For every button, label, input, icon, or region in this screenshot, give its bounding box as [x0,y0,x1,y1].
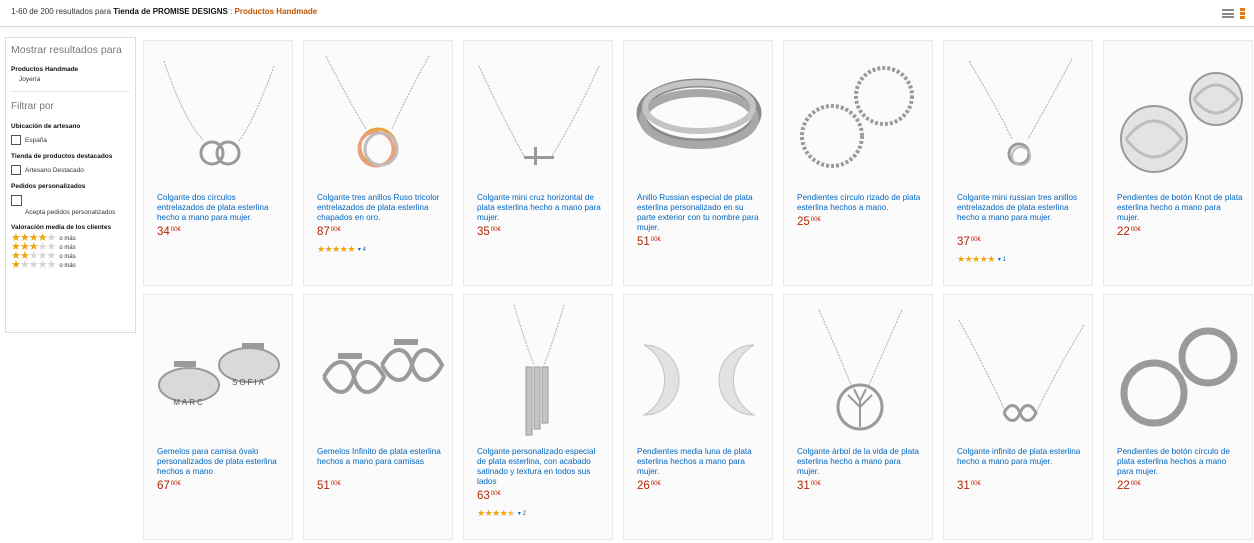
filter-group-title: Ubicación de artesano [11,123,81,130]
product-title-link[interactable]: Colgante mini russian tres anillos entre… [957,193,1083,223]
product-price: 6300€ [477,490,501,502]
product-title-link[interactable]: Colgante árbol de la vida de plata ester… [797,447,923,477]
filter-heading: Filtrar por [11,101,54,112]
product-price: 5100€ [637,236,661,248]
product-title-link[interactable]: Colgante mini cruz horizontal de plata e… [477,193,603,223]
product-card[interactable]: Colgante infinito de plata esterlina hec… [943,294,1093,540]
product-price: 5100€ [317,480,341,492]
product-image[interactable] [944,295,1092,437]
product-rating[interactable]: ★★★★★ ▾ 2 [477,508,526,519]
product-price: 3500€ [477,226,501,238]
product-title-link[interactable]: Anillo Russian especial de plata esterli… [637,193,763,233]
product-price: 3700€ [957,236,981,248]
product-card[interactable]: Pendientes de botón círculo de plata est… [1103,294,1253,540]
star-rating-icon[interactable]: ★★★★★ [477,508,515,518]
filter-group-title: Pedidos personalizados [11,183,86,190]
product-card[interactable]: Pendientes de botón Knot de plata esterl… [1103,40,1253,286]
review-count[interactable]: ▾ 2 [518,511,526,517]
product-price: 2200€ [1117,480,1141,492]
product-card[interactable]: Colgante dos círculos entrelazados de pl… [143,40,293,286]
filter-option-espana[interactable]: España [11,135,130,145]
show-results-heading: Mostrar resultados para [11,44,122,56]
checkbox[interactable] [11,165,21,175]
review-count[interactable]: ▾ 4 [358,247,366,253]
results-bar: 1-60 de 200 resultados para Tienda de PR… [0,0,1254,27]
filter-option-custom-orders[interactable]: Acepta pedidos personalizados [11,195,130,216]
product-price: 8700€ [317,226,341,238]
engraving-text: SOFIA [232,378,266,387]
checkbox[interactable] [11,135,21,145]
product-title-link[interactable]: Colgante infinito de plata esterlina hec… [957,447,1083,467]
product-price: 2600€ [637,480,661,492]
product-title-link[interactable]: Gemelos Infinito de plata esterlina hech… [317,447,443,467]
product-title-link[interactable]: Pendientes círculo rizado de plata ester… [797,193,923,213]
star-rating-icon[interactable]: ★★★★★ [957,254,995,264]
product-image[interactable] [464,295,612,437]
product-image[interactable] [784,295,932,437]
divider [11,91,130,92]
product-title-link[interactable]: Pendientes de botón Knot de plata esterl… [1117,193,1243,223]
product-price: 6700€ [157,480,181,492]
engraving-text: MARC [173,398,205,407]
product-card[interactable]: MARC SOFIA Gemelos para camisa óvalo perso… [143,294,293,540]
results-summary: 1-60 de 200 resultados para Tienda de PR… [11,7,318,16]
product-title-link[interactable]: Pendientes media luna de plata esterlina… [637,447,763,477]
product-image[interactable]: MARC SOFIA [144,295,292,437]
product-price: 2200€ [1117,226,1141,238]
product-image[interactable] [304,295,452,437]
product-image[interactable] [304,41,452,183]
product-image[interactable] [944,41,1092,183]
product-price: 3100€ [797,480,821,492]
filter-group-featured: Tienda de productos destacados Artesano … [11,153,130,175]
product-title-link[interactable]: Colgante tres anillos Ruso tricolor entr… [317,193,443,223]
rating-filter-1-stars[interactable]: ★★★★★ o más [11,260,130,271]
refinement-sidebar: Mostrar resultados para Productos Handma… [5,37,136,333]
product-card[interactable]: Colgante árbol de la vida de plata ester… [783,294,933,540]
checkbox[interactable] [11,195,22,206]
product-card[interactable]: Colgante tres anillos Ruso tricolor entr… [303,40,453,286]
product-title-link[interactable]: Colgante personalizado especial de plata… [477,447,603,487]
star-icon[interactable]: ★★★★★ [11,260,56,271]
product-image[interactable] [464,41,612,183]
store-name: Tienda de PROMISE DESIGNS [113,7,228,16]
subdepartment-link[interactable]: Joyería [19,76,130,83]
product-card[interactable]: Colgante mini cruz horizontal de plata e… [463,40,613,286]
product-image[interactable] [624,295,772,437]
product-title-link[interactable]: Gemelos para camisa óvalo personalizados… [157,447,283,477]
product-price: 2500€ [797,216,821,228]
filter-group-title: Valoración media de los clientes [11,224,112,231]
star-rating-icon[interactable]: ★★★★★ [317,244,355,254]
filter-group-rating: Valoración media de los clientes ★★★★★ o … [11,224,130,271]
product-card[interactable]: Pendientes círculo rizado de plata ester… [783,40,933,286]
product-image[interactable] [784,41,932,183]
filter-option-featured-artisan[interactable]: Artesano Destacado [11,165,130,175]
product-card[interactable]: Colgante mini russian tres anillos entre… [943,40,1093,286]
review-count[interactable]: ▾ 1 [998,257,1006,263]
grid-view-icon[interactable] [1240,8,1246,19]
product-card[interactable]: Pendientes media luna de plata esterlina… [623,294,773,540]
product-card[interactable]: Colgante personalizado especial de plata… [463,294,613,540]
department-link[interactable]: Productos Handmade [11,66,130,73]
product-price: 3400€ [157,226,181,238]
list-view-icon[interactable] [1222,9,1234,18]
product-rating[interactable]: ★★★★★ ▾ 1 [957,254,1006,265]
filter-group-custom-orders: Pedidos personalizados Acepta pedidos pe… [11,183,130,216]
filter-group-title: Tienda de productos destacados [11,153,113,160]
product-title-link[interactable]: Pendientes de botón círculo de plata est… [1117,447,1243,477]
product-image[interactable] [144,41,292,183]
product-image[interactable] [624,41,772,183]
product-card[interactable]: Anillo Russian especial de plata esterli… [623,40,773,286]
product-rating[interactable]: ★★★★★ ▾ 4 [317,244,366,255]
product-title-link[interactable]: Colgante dos círculos entrelazados de pl… [157,193,283,223]
product-image[interactable] [1104,41,1252,183]
product-price: 3100€ [957,480,981,492]
product-image[interactable] [1104,295,1252,437]
category-name: Productos Handmade [234,7,318,16]
filter-group-location: Ubicación de artesano España [11,123,130,145]
product-card[interactable]: Gemelos Infinito de plata esterlina hech… [303,294,453,540]
